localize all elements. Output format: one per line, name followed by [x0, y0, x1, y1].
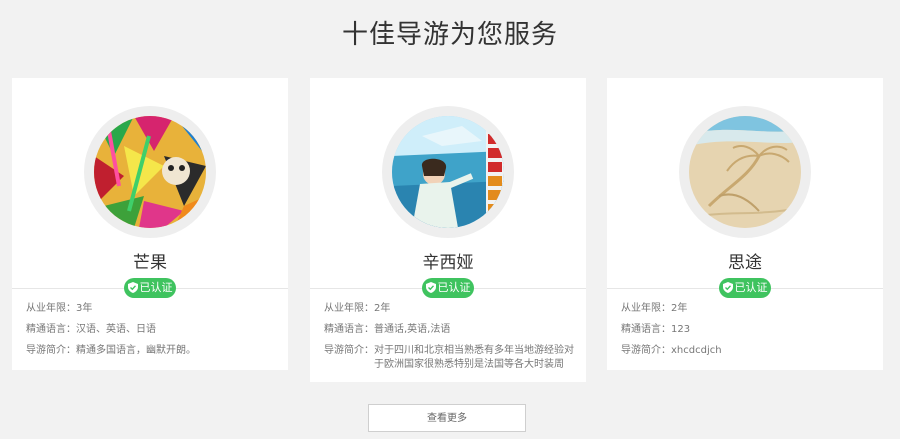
years-label: 从业年限： — [324, 303, 374, 314]
languages-label: 精通语言： — [621, 324, 671, 335]
guide-name[interactable]: 思途 — [607, 248, 883, 273]
avatar[interactable] — [689, 116, 801, 228]
view-more-button[interactable]: 查看更多 — [368, 404, 526, 432]
guide-name[interactable]: 芒果 — [12, 248, 288, 273]
verified-badge: 已认证 — [124, 278, 176, 298]
intro-value: xhcdcdjch — [671, 345, 722, 356]
guide-info: 从业年限： 2年 精通语言： 123 导游简介： xhcdcdjch — [621, 302, 873, 365]
guide-info: 从业年限： 3年 精通语言： 汉语、英语、日语 导游简介： 精通多国语言，幽默开… — [26, 302, 278, 365]
years-label: 从业年限： — [621, 303, 671, 314]
verified-badge: 已认证 — [422, 278, 474, 298]
shield-check-icon — [127, 280, 138, 300]
intro-label: 导游简介： — [26, 345, 76, 356]
intro-value: 对于四川和北京相当熟悉有多年当地游经验对于欧洲国家很熟悉特别是法国等各大时装周 — [374, 345, 574, 370]
guide-card[interactable]: 思途 已认证 从业年限： 2年 精通语言： 123 导游简介： xhcdcdjc… — [607, 78, 883, 370]
intro-value: 精通多国语言，幽默开朗。 — [76, 345, 196, 356]
intro-label: 导游简介： — [621, 345, 671, 356]
languages-label: 精通语言： — [26, 324, 76, 335]
avatar-image — [94, 116, 206, 228]
avatar-image — [392, 116, 504, 228]
guide-name[interactable]: 辛西娅 — [310, 248, 586, 273]
avatar-image — [689, 116, 801, 228]
years-label: 从业年限： — [26, 303, 76, 314]
languages-value: 普通话,英语,法语 — [374, 324, 451, 335]
years-row: 从业年限： 2年 — [621, 302, 873, 316]
guide-info: 从业年限： 2年 精通语言： 普通话,英语,法语 导游简介： 对于四川和北京相当… — [324, 302, 576, 379]
guide-card[interactable]: 辛西娅 已认证 从业年限： 2年 精通语言： 普通话,英语,法语 导游简介： 对… — [310, 78, 586, 382]
guides-section: 十佳导游为您服务 芒果 已认证 从业年限： 3年 精通语言： 汉语、英语、日语 … — [0, 0, 900, 439]
shield-check-icon — [425, 280, 436, 300]
avatar-ring — [679, 106, 811, 238]
years-row: 从业年限： 3年 — [26, 302, 278, 316]
verified-badge: 已认证 — [719, 278, 771, 298]
section-title: 十佳导游为您服务 — [341, 20, 558, 50]
languages-row: 精通语言： 汉语、英语、日语 — [26, 323, 278, 337]
intro-label: 导游简介： — [324, 345, 374, 356]
years-value: 2年 — [374, 303, 391, 314]
avatar[interactable] — [94, 116, 206, 228]
years-value: 3年 — [76, 303, 93, 314]
intro-row: 导游简介： 对于四川和北京相当熟悉有多年当地游经验对于欧洲国家很熟悉特别是法国等… — [324, 344, 576, 372]
intro-row: 导游简介： 精通多国语言，幽默开朗。 — [26, 344, 278, 358]
badge-label: 已认证 — [734, 281, 768, 294]
avatar[interactable] — [392, 116, 504, 228]
years-value: 2年 — [671, 303, 688, 314]
guide-card[interactable]: 芒果 已认证 从业年限： 3年 精通语言： 汉语、英语、日语 导游简介： 精通多… — [12, 78, 288, 370]
languages-row: 精通语言： 普通话,英语,法语 — [324, 323, 576, 337]
languages-value: 123 — [671, 324, 691, 335]
languages-label: 精通语言： — [324, 324, 374, 335]
avatar-ring — [84, 106, 216, 238]
years-row: 从业年限： 2年 — [324, 302, 576, 316]
intro-row: 导游简介： xhcdcdjch — [621, 344, 873, 358]
badge-label: 已认证 — [437, 281, 471, 294]
shield-check-icon — [722, 280, 733, 300]
avatar-ring — [382, 106, 514, 238]
languages-value: 汉语、英语、日语 — [76, 324, 156, 335]
badge-label: 已认证 — [139, 281, 173, 294]
languages-row: 精通语言： 123 — [621, 323, 873, 337]
